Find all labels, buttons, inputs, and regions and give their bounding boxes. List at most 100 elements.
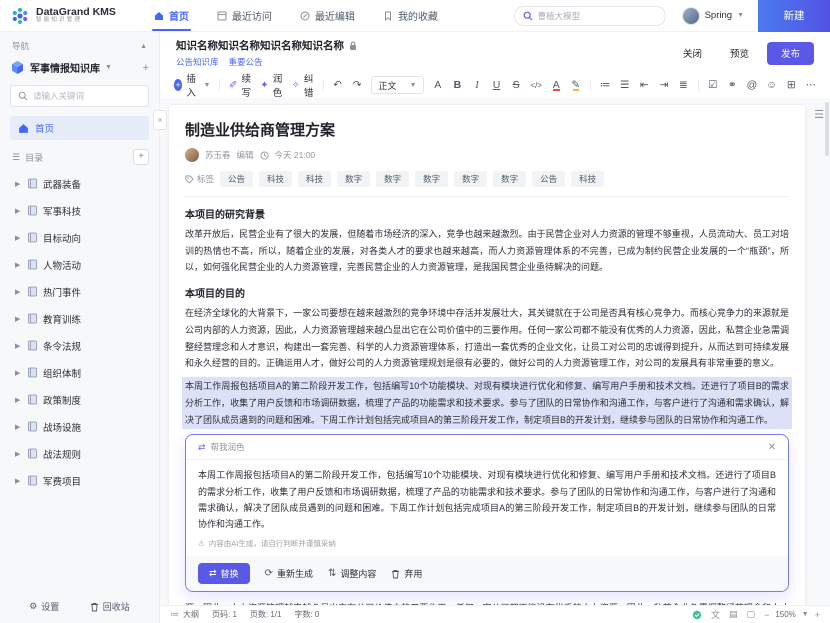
discard-button[interactable]: 弃用 — [391, 567, 422, 580]
user-menu[interactable]: Spring ▼ — [682, 7, 744, 25]
publish-button[interactable]: 发布 — [767, 42, 814, 65]
add-directory-button[interactable]: + — [133, 149, 149, 165]
sidebar-search-input[interactable]: 请输入关键词 — [10, 85, 149, 107]
section-heading[interactable]: 本项目的研究背景 — [185, 206, 789, 221]
sidebar-tree-item[interactable]: ▶ 军事科技 — [0, 197, 159, 224]
sidebar-tree-item[interactable]: ▶ 热门事件 — [0, 278, 159, 305]
translate-icon[interactable]: 文 — [711, 608, 720, 621]
highlight-color-button[interactable]: ✎ — [571, 79, 582, 91]
align-icon[interactable]: ≣ — [678, 79, 689, 91]
tag-chip[interactable]: 数字 — [376, 171, 409, 187]
breadcrumb-kb-link[interactable]: 公告知识库 — [176, 56, 219, 68]
mention-button[interactable]: @ — [747, 79, 758, 91]
section-paragraph[interactable]: 在经济全球化的大背景下，一家公司要想在越来越激烈的竞争环境中存活并发展壮大，其关… — [185, 305, 789, 372]
code-button[interactable]: </> — [530, 81, 542, 90]
brand-logo[interactable]: DataGrand KMS 智能知识管理 — [10, 6, 116, 26]
tag-chip[interactable]: 科技 — [298, 171, 331, 187]
highlighted-selection-paragraph[interactable]: 本周工作周报包括项目A的第二阶段开发工作，包括编写10个功能模块、对现有模块进行… — [182, 377, 792, 429]
sidebar-tree-item[interactable]: ▶ 教育训练 — [0, 305, 159, 332]
sidebar-tree-item[interactable]: ▶ 人物活动 — [0, 251, 159, 278]
knowledge-base-selector[interactable]: 军事情报知识库 ▼ + — [0, 56, 159, 79]
nav-favorites[interactable]: 我的收藏 — [371, 0, 450, 31]
outline-toggle[interactable]: ≔ 大纲 — [170, 609, 199, 620]
table-icon[interactable]: ⊞ — [786, 79, 797, 91]
datagrand-logo-icon — [10, 6, 30, 26]
nav-recent-visited[interactable]: 最近访问 — [205, 0, 284, 31]
sidebar-tree-item[interactable]: ▶ 组织体制 — [0, 359, 159, 386]
zoom-in-button[interactable]: + — [815, 610, 820, 620]
section-heading[interactable]: 本项目的目的 — [185, 285, 789, 300]
ai-generated-text[interactable]: 本周工作周报包括项目A的第二阶段开发工作，包括编写10个功能模块、对现有模块进行… — [186, 460, 788, 535]
ai-panel-title: 帮我润色 — [211, 441, 245, 453]
directory-label: 目录 — [25, 151, 43, 164]
outdent-icon[interactable]: ⇤ — [639, 79, 650, 91]
nav-home[interactable]: 首页 — [142, 0, 201, 31]
sidebar-item-home[interactable]: 首页 — [10, 116, 149, 140]
scrollbar[interactable] — [825, 102, 829, 156]
bullet-list-icon[interactable]: ☰ — [619, 79, 630, 91]
close-icon[interactable]: ✕ — [768, 442, 776, 453]
tag-chip[interactable]: 公告 — [532, 171, 565, 187]
fit-width-icon[interactable]: ▢ — [747, 609, 756, 620]
sidebar-collapse-button[interactable]: « — [153, 110, 167, 130]
tag-chip[interactable]: 科技 — [259, 171, 292, 187]
sidebar-tree-item[interactable]: ▶ 军费项目 — [0, 467, 159, 494]
undo-icon[interactable]: ↶ — [332, 79, 343, 91]
add-knowledge-base-button[interactable]: + — [143, 62, 149, 74]
tag-chip[interactable]: 公告 — [220, 171, 253, 187]
nav-recent-edited[interactable]: 最近编辑 — [288, 0, 367, 31]
zoom-out-button[interactable]: − — [764, 610, 769, 620]
tag-chip[interactable]: 数字 — [454, 171, 487, 187]
sidebar-tree-item[interactable]: ▶ 目标动向 — [0, 224, 159, 251]
strikethrough-button[interactable]: S — [511, 79, 522, 91]
tag-chip[interactable]: 数字 — [493, 171, 526, 187]
sidebar-tree-item[interactable]: ▶ 战场设施 — [0, 413, 159, 440]
adjust-content-button[interactable]: ⇅ 调整内容 — [328, 567, 376, 580]
redo-icon[interactable]: ↷ — [352, 79, 363, 91]
settings-button[interactable]: ⚙ 设置 — [29, 600, 59, 613]
link-icon[interactable]: ⚭ — [727, 79, 738, 91]
ordered-list-icon[interactable]: ≔ — [600, 79, 611, 91]
chevron-down-icon: ▼ — [105, 64, 112, 71]
global-search[interactable]: 曹植大模型 — [514, 6, 666, 26]
editor-toolbar: + 插入 ▼ ✐续写 ✦润色 ✧纠错 ↶ ↷ 正文 ▼ A B I U — [160, 72, 830, 98]
preview-button[interactable]: 预览 — [720, 42, 759, 64]
emoji-icon[interactable]: ☺ — [766, 79, 777, 91]
sidebar-tree-item[interactable]: ▶ 政策制度 — [0, 386, 159, 413]
underline-button[interactable]: U — [491, 79, 502, 91]
section-paragraph-continuation[interactable]: 源，因此，人力资源管理越来越凸显出它在公司价值中的三要作用。任何一家公司都不能没… — [185, 600, 789, 605]
edit-icon — [300, 11, 310, 21]
document-title[interactable]: 制造业供给商管理方案 — [185, 119, 789, 140]
sidebar-tree-item[interactable]: ▶ 战法规则 — [0, 440, 159, 467]
italic-button[interactable]: I — [472, 80, 483, 91]
ai-polish-button[interactable]: ✦润色 — [260, 71, 282, 99]
page-view-icon[interactable]: ▤ — [729, 609, 738, 620]
chevron-right-icon: ▶ — [15, 342, 22, 350]
notebook-icon — [27, 367, 38, 378]
tag-chip[interactable]: 数字 — [415, 171, 448, 187]
close-button[interactable]: 关闭 — [673, 42, 712, 64]
new-button[interactable]: 新建 — [758, 0, 830, 32]
font-size-button[interactable]: A — [433, 79, 444, 91]
spellcheck-icon[interactable] — [692, 610, 702, 620]
replace-button[interactable]: ⇄ 替换 — [198, 563, 250, 584]
tag-chip[interactable]: 数字 — [337, 171, 370, 187]
zoom-level[interactable]: 150% — [775, 610, 795, 619]
collapse-up-icon[interactable]: ▲ — [140, 43, 147, 50]
sidebar-tree-item[interactable]: ▶ 条令法规 — [0, 332, 159, 359]
breadcrumb-category-link[interactable]: 重要公告 — [229, 56, 263, 68]
ai-continue-button[interactable]: ✐续写 — [229, 71, 251, 99]
section-paragraph[interactable]: 改革开放后，民营企业有了很大的发展，但随着市场经济的深入，竞争也越来越激烈。由于… — [185, 226, 789, 276]
more-options-icon[interactable]: ⋯ — [806, 79, 817, 91]
insert-button[interactable]: + 插入 ▼ — [174, 71, 210, 99]
tag-chip[interactable]: 科技 — [571, 171, 604, 187]
bold-button[interactable]: B — [452, 79, 463, 91]
sidebar-tree-item[interactable]: ▶ 武器装备 — [0, 170, 159, 197]
ai-correct-button[interactable]: ✧纠错 — [291, 71, 313, 99]
task-checkbox-icon[interactable]: ☑ — [707, 79, 718, 91]
recycle-bin-button[interactable]: 回收站 — [90, 600, 130, 613]
regenerate-button[interactable]: ⟳ 重新生成 — [265, 567, 313, 580]
indent-icon[interactable]: ⇥ — [659, 79, 670, 91]
paragraph-style-select[interactable]: 正文 ▼ — [371, 76, 423, 94]
font-color-button[interactable]: A — [551, 79, 562, 91]
